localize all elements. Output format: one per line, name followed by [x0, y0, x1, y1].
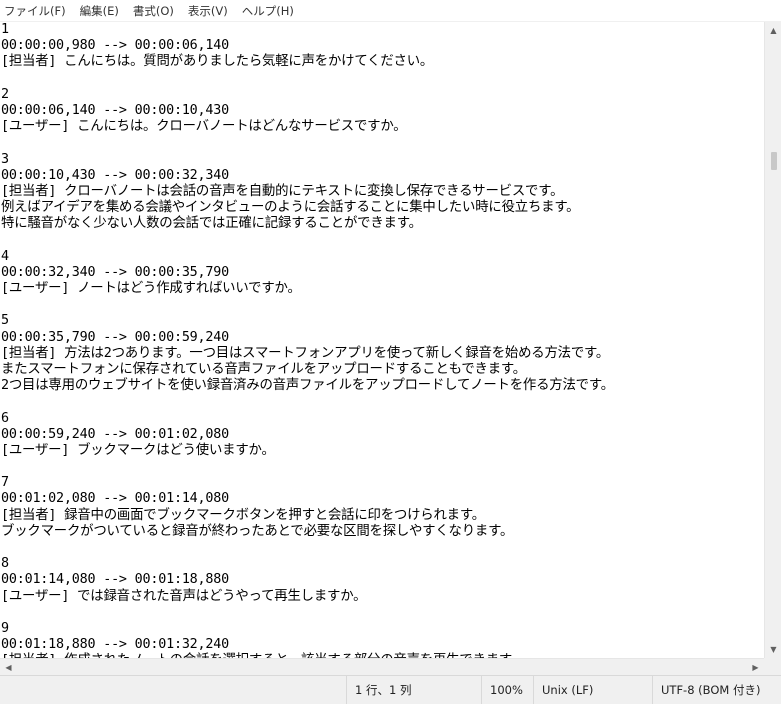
text-line: [担当者] 方法は2つあります。一つ目はスマートフォンアプリを使って新しく録音を… — [1, 345, 610, 361]
text-content[interactable]: 1 00:00:00,980 --> 00:00:06,140 [担当者] こんにち… — [0, 22, 764, 658]
text-line — [1, 297, 764, 313]
encoding: UTF-8 (BOM 付き) — [652, 676, 781, 704]
text-line: [担当者] クローバノートは会話の音声を自動的にテキストに変換し保存できるサービ… — [1, 183, 564, 199]
cursor-position: 1 行、1 列 — [346, 676, 481, 704]
text-line — [1, 394, 764, 410]
horizontal-scrollbar[interactable]: ◀ ▶ — [0, 658, 764, 675]
text-line: 2 — [1, 86, 9, 102]
scrollbar-corner — [764, 658, 781, 675]
chevron-right-icon[interactable]: ▶ — [747, 659, 764, 676]
chevron-down-icon[interactable]: ▼ — [765, 641, 781, 658]
menu-edit[interactable]: 編集(E) — [73, 0, 126, 22]
menu-format[interactable]: 書式(O) — [126, 0, 181, 22]
text-line: 00:01:14,080 --> 00:01:18,880 — [1, 572, 229, 588]
text-line: ブックマークがついていると録音が終わったあとで必要な区間を探しやすくなります。 — [1, 523, 514, 539]
menu-file[interactable]: ファイル(F) — [0, 0, 73, 22]
text-line: 00:01:18,880 --> 00:01:32,240 — [1, 637, 229, 653]
text-line: 例えばアイデアを集める会議やインタビューのように会話することに集中したい時に役立… — [1, 200, 580, 216]
chevron-up-icon[interactable]: ▲ — [765, 22, 781, 39]
text-line: 4 — [1, 248, 9, 264]
text-line: [ユーザー] では録音された音声はどうやって再生しますか。 — [1, 588, 367, 604]
scroll-thumb[interactable] — [771, 152, 777, 170]
text-line: 5 — [1, 313, 9, 329]
text-line — [1, 459, 764, 475]
text-line: 8 — [1, 556, 9, 572]
text-line — [1, 540, 764, 556]
text-line: 00:00:32,340 --> 00:00:35,790 — [1, 264, 229, 280]
zoom-level: 100% — [481, 676, 533, 704]
menu-view[interactable]: 表示(V) — [181, 0, 235, 22]
text-line: 9 — [1, 620, 9, 636]
text-line: 6 — [1, 410, 9, 426]
text-line: 00:01:02,080 --> 00:01:14,080 — [1, 491, 229, 507]
text-line: [担当者] こんにちは。質問がありましたら気軽に声をかけてください。 — [1, 54, 434, 70]
text-line: [ユーザー] ブックマークはどう使いますか。 — [1, 442, 275, 458]
text-line: 1 — [1, 22, 9, 37]
text-line — [1, 71, 764, 87]
text-line: [ユーザー] こんにちは。クローバノートはどんなサービスですか。 — [1, 119, 407, 135]
line-ending: Unix (LF) — [533, 676, 652, 704]
menu-help[interactable]: ヘルプ(H) — [235, 0, 301, 22]
text-line: 00:00:59,240 --> 00:01:02,080 — [1, 426, 229, 442]
text-line — [1, 605, 764, 621]
text-line: [担当者] 録音中の画面でブックマークボタンを押すと会話に印をつけられます。 — [1, 507, 485, 523]
vertical-scrollbar[interactable]: ▲ ▼ — [764, 22, 781, 658]
text-line: [ユーザー] ノートはどう作成すればいいですか。 — [1, 281, 301, 296]
text-line: 7 — [1, 475, 9, 491]
status-bar: 1 行、1 列 100% Unix (LF) UTF-8 (BOM 付き) — [0, 675, 781, 704]
text-line: 2つ目は専用のウェブサイトを使い録音済みの音声ファイルをアップロードしてノートを… — [1, 378, 614, 394]
text-line: 3 — [1, 151, 9, 167]
text-line: 特に騒音がなく少ない人数の会話では正確に記録することができます。 — [1, 216, 422, 232]
text-line — [1, 135, 764, 151]
text-line: 00:00:10,430 --> 00:00:32,340 — [1, 167, 229, 183]
chevron-left-icon[interactable]: ◀ — [0, 659, 17, 676]
text-line: 00:00:00,980 --> 00:00:06,140 — [1, 38, 229, 54]
text-editor[interactable]: 1 00:00:00,980 --> 00:00:06,140 [担当者] こんにち… — [0, 22, 764, 658]
menu-bar: ファイル(F) 編集(E) 書式(O) 表示(V) ヘルプ(H) — [0, 0, 781, 22]
text-line — [1, 232, 764, 248]
text-line: またスマートフォンに保存されている音声ファイルをアップロードすることもできます。 — [1, 361, 526, 377]
text-line: 00:00:06,140 --> 00:00:10,430 — [1, 102, 229, 118]
text-line: 00:00:35,790 --> 00:00:59,240 — [1, 329, 229, 345]
